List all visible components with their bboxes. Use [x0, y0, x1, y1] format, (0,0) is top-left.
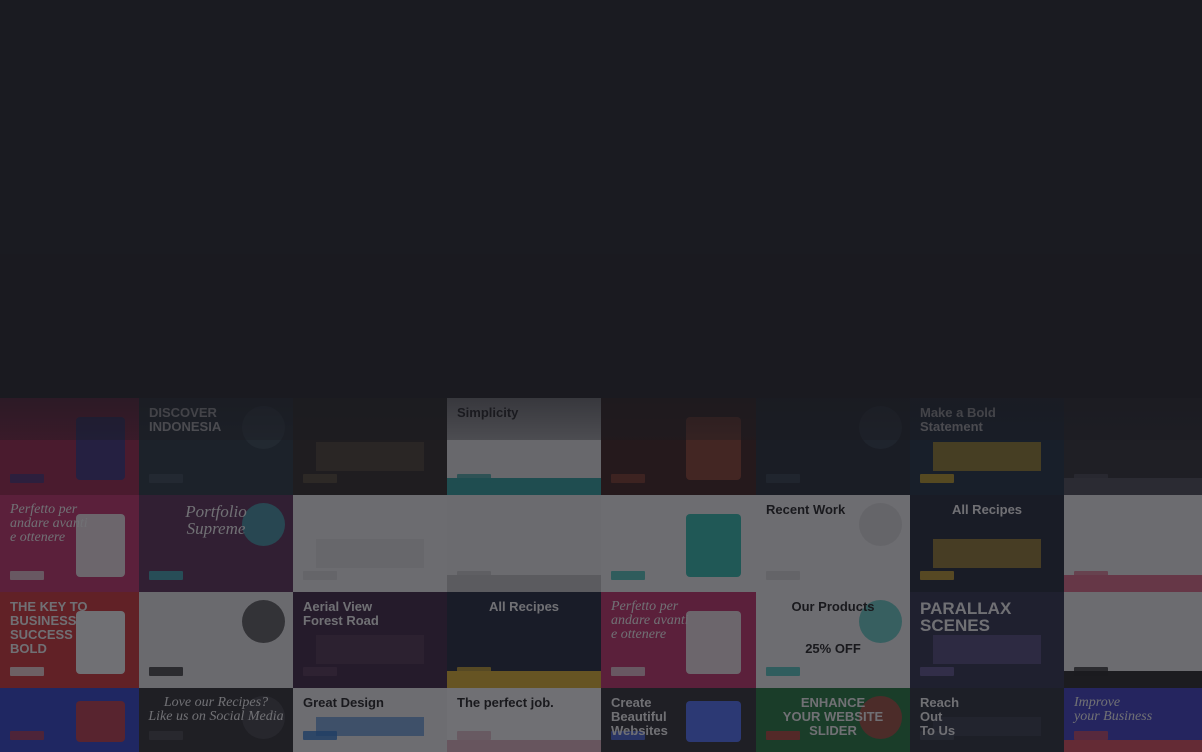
thumbnail-accent-shape [76, 700, 126, 743]
thumbnail-accent-shape [1064, 740, 1202, 752]
thumbnail-button-shape [10, 667, 44, 676]
thumbnail-button-shape [611, 474, 645, 483]
template-thumbnail [1064, 495, 1202, 592]
thumbnail-caption: The perfect job. [457, 695, 554, 710]
template-thumbnail: Great Design [293, 688, 447, 752]
thumbnail-accent-shape [933, 635, 1041, 664]
thumbnail-caption: Reach Out To Us [920, 695, 960, 738]
template-thumbnail: Make a Bold Statement [910, 398, 1064, 495]
template-thumbnail: The perfect job. [447, 688, 601, 752]
template-thumbnail [139, 592, 293, 688]
template-thumbnail [1064, 592, 1202, 688]
template-thumbnail: All Recipes [447, 592, 601, 688]
template-thumbnail [601, 398, 756, 495]
template-thumbnail [293, 398, 447, 495]
thumbnail-button-shape [920, 667, 954, 676]
thumbnail-button-shape [10, 474, 44, 483]
template-thumbnail [0, 398, 139, 495]
thumbnail-button-shape [920, 571, 954, 580]
template-thumbnail: Create Beautiful Websites [601, 688, 756, 752]
template-thumbnail: Aerial View Forest Road [293, 592, 447, 688]
thumbnail-button-shape [611, 571, 645, 580]
thumbnail-accent-shape [316, 635, 424, 664]
thumbnail-caption: Perfetto per andare avanti e ottenere [10, 502, 88, 545]
thumbnail-accent-shape [933, 538, 1041, 568]
thumbnail-button-shape [920, 474, 954, 483]
thumbnail-caption: Make a Bold Statement [920, 405, 996, 434]
template-thumbnail: Recent Work [756, 495, 910, 592]
thumbnail-button-shape [303, 731, 337, 740]
thumbnail-caption: Simplicity [457, 405, 519, 420]
thumbnail-button-shape [149, 731, 183, 740]
thumbnail-caption: Portfolio Supreme [185, 502, 247, 538]
thumbnail-caption: DISCOVER INDONESIA [149, 405, 222, 434]
thumbnail-accent-shape [316, 441, 424, 471]
thumbnail-accent-shape [686, 514, 741, 578]
thumbnail-button-shape [457, 571, 491, 580]
thumbnail-caption: Create Beautiful Websites [611, 695, 668, 738]
thumbnail-caption: ENHANCE YOUR WEBSITE SLIDER [782, 695, 884, 738]
thumbnail-button-shape [457, 667, 491, 676]
thumbnail-caption: Recent Work [766, 502, 846, 517]
template-thumbnail: DISCOVER INDONESIA [139, 398, 293, 495]
thumbnail-accent-shape [241, 600, 285, 644]
template-thumbnail-mosaic: DISCOVER INDONESIA Simplicity Make a Bold … [0, 330, 1202, 752]
thumbnail-caption: All Recipes [488, 599, 560, 614]
thumbnail-button-shape [766, 474, 800, 483]
thumbnail-accent-shape [933, 441, 1041, 471]
template-thumbnail: Reach Out To Us [910, 688, 1064, 752]
thumbnail-caption: Love our Recipes? Like us on Social Medi… [148, 695, 284, 724]
thumbnail-accent-shape [316, 538, 424, 568]
thumbnail-button-shape [303, 474, 337, 483]
template-thumbnail [1064, 398, 1202, 495]
template-thumbnail: Perfetto per andare avanti e ottenere [601, 592, 756, 688]
thumbnail-button-shape [1074, 474, 1108, 483]
thumbnail-caption: PARALLAX SCENES [920, 599, 1012, 635]
template-thumbnail [447, 495, 601, 592]
thumbnail-accent-shape [76, 417, 126, 481]
template-thumbnail [756, 398, 910, 495]
template-thumbnail [293, 495, 447, 592]
slider-preview-backdrop: DISCOVER INDONESIA Simplicity Make a Bold … [0, 0, 1202, 752]
thumbnail-button-shape [1074, 571, 1108, 580]
template-thumbnail: Our Products 25% OFF [756, 592, 910, 688]
template-thumbnail: Portfolio Supreme [139, 495, 293, 592]
thumbnail-caption: Perfetto per andare avanti e ottenere [611, 599, 689, 642]
template-thumbnail: THE KEY TO BUSINESS SUCCESS BOLD [0, 592, 139, 688]
thumbnail-button-shape [10, 731, 44, 740]
template-thumbnail: Improve your Business [1064, 688, 1202, 752]
thumbnail-button-shape [149, 571, 183, 580]
thumbnail-button-shape [149, 667, 183, 676]
template-thumbnail: Love our Recipes? Like us on Social Medi… [139, 688, 293, 752]
thumbnail-button-shape [303, 571, 337, 580]
template-thumbnail [0, 688, 139, 752]
thumbnail-accent-shape [686, 417, 741, 481]
template-thumbnail [601, 495, 756, 592]
thumbnail-button-shape [1074, 731, 1108, 740]
thumbnail-accent-shape [447, 740, 601, 752]
thumbnail-button-shape [10, 571, 44, 580]
template-thumbnail: Simplicity [447, 398, 601, 495]
thumbnail-button-shape [303, 667, 337, 676]
thumbnail-caption: Improve your Business [1074, 695, 1153, 724]
thumbnail-caption: THE KEY TO BUSINESS SUCCESS BOLD [10, 599, 88, 656]
thumbnail-caption: Great Design [303, 695, 384, 710]
thumbnail-caption: All Recipes [951, 502, 1023, 517]
thumbnail-button-shape [457, 474, 491, 483]
thumbnail-button-shape [766, 571, 800, 580]
template-thumbnail: PARALLAX SCENES [910, 592, 1064, 688]
thumbnail-button-shape [766, 667, 800, 676]
thumbnail-caption: Aerial View Forest Road [303, 599, 379, 628]
thumbnail-button-shape [611, 667, 645, 676]
template-thumbnail: ENHANCE YOUR WEBSITE SLIDER [756, 688, 910, 752]
thumbnail-button-shape [457, 731, 491, 740]
thumbnail-accent-shape [858, 406, 902, 450]
thumbnail-button-shape [149, 474, 183, 483]
thumbnail-button-shape [1074, 667, 1108, 676]
thumbnail-caption: Our Products 25% OFF [791, 599, 875, 656]
template-thumbnail: Perfetto per andare avanti e ottenere [0, 495, 139, 592]
template-thumbnail: All Recipes [910, 495, 1064, 592]
